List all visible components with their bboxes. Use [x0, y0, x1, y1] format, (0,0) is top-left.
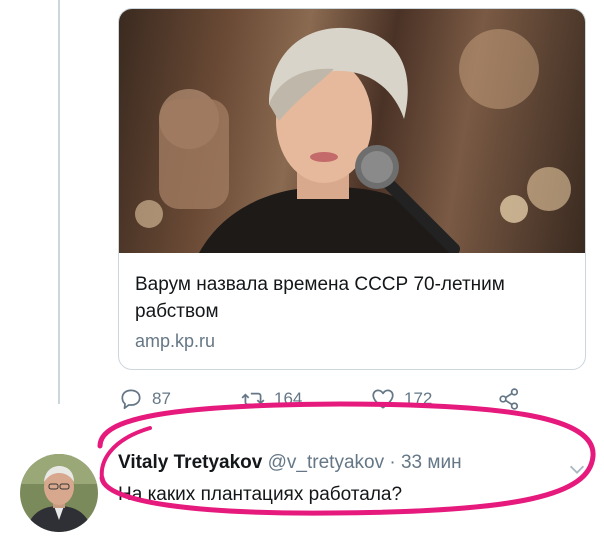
reply-author-handle[interactable]: @v_tretyakov — [268, 452, 384, 473]
avatar-photo — [20, 454, 98, 532]
reply-header: Vitaly Tretyakov @v_tretyakov · 33 мин — [118, 452, 462, 474]
card-domain: amp.kp.ru — [135, 331, 216, 351]
reply-button[interactable]: 87 — [118, 386, 171, 412]
card-title[interactable]: Варум назвала времена СССР 70-летним раб… — [135, 271, 569, 325]
singer-photo — [135, 27, 571, 253]
share-icon — [499, 388, 519, 410]
chevron-down-icon[interactable] — [566, 458, 588, 480]
card-image[interactable] — [119, 9, 585, 253]
retweet-icon — [241, 392, 265, 406]
avatar[interactable] — [20, 454, 98, 532]
retweet-count: 164 — [274, 389, 303, 408]
reply-author-name[interactable]: Vitaly Tretyakov — [118, 452, 262, 473]
retweet-button[interactable]: 164 — [240, 386, 302, 412]
heart-icon — [372, 389, 394, 409]
thread-line — [58, 0, 60, 404]
like-button[interactable]: 172 — [370, 386, 432, 412]
reply-icon — [121, 389, 141, 410]
link-card[interactable]: Варум назвала времена СССР 70-летним раб… — [118, 8, 586, 370]
reply-count: 87 — [152, 389, 171, 408]
separator-dot: · — [389, 452, 396, 473]
reply-timestamp[interactable]: 33 мин — [401, 452, 462, 473]
tweet-actions: 87 164 172 — [118, 386, 538, 418]
reply-text: На каких плантациях работала? — [118, 484, 403, 505]
reply-tweet[interactable]: Vitaly Tretyakov @v_tretyakov · 33 мин Н… — [0, 430, 604, 543]
share-button[interactable] — [496, 386, 522, 412]
like-count: 172 — [404, 389, 433, 408]
